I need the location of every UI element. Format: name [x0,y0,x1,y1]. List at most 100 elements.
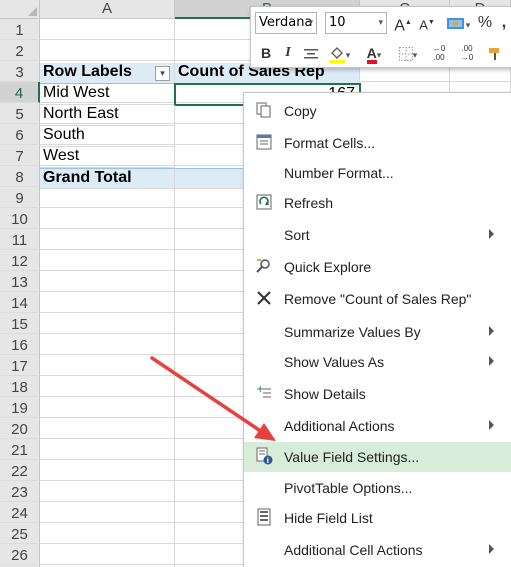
font-color-icon: A [366,46,377,64]
grid-cell[interactable] [40,187,175,208]
column-header-a[interactable]: A [40,0,175,19]
menu-item-value-field-settings[interactable]: i Value Field Settings... [244,442,511,472]
chevron-down-icon: ▾ [378,18,383,28]
region-cell[interactable]: West [40,147,175,168]
row-header[interactable]: 16 [0,334,40,355]
grid-cell[interactable] [40,481,175,502]
menu-item-number-format[interactable]: Number Format... [244,158,511,188]
row-header[interactable]: 12 [0,250,40,271]
menu-item-format-cells[interactable]: Format Cells... [244,128,511,158]
row-header[interactable]: 13 [0,271,40,292]
menu-item-label: Copy [284,103,317,119]
menu-item-quick-explore[interactable]: Quick Explore [244,252,511,282]
row-header[interactable]: 19 [0,397,40,418]
menu-item-hide-field-list[interactable]: Hide Field List [244,503,511,533]
grid-cell[interactable] [40,271,175,292]
menu-item-show-values-as[interactable]: Show Values As [244,347,511,377]
row-header[interactable]: 25 [0,523,40,544]
increase-font-size-button[interactable]: A▲ [393,12,413,34]
grid-cell[interactable] [40,502,175,523]
menu-item-summarize-values-by[interactable]: Summarize Values By [244,317,511,347]
grid-cell[interactable] [40,376,175,397]
row-header[interactable]: 22 [0,460,40,481]
grid-cell[interactable] [40,19,175,40]
grid-cell[interactable] [40,250,175,271]
format-painter-button[interactable] [483,42,507,64]
font-color-button[interactable]: A▾ [359,42,389,64]
menu-item-label: Format Cells... [284,135,376,151]
menu-item-additional-actions[interactable]: Additional Actions [244,411,511,441]
row-header[interactable]: 4 [0,82,40,103]
decrease-decimal-button[interactable]: .00 →0 [455,42,479,64]
align-center-button[interactable] [301,42,321,64]
region-cell[interactable]: South [40,126,175,147]
grid-cell[interactable] [40,313,175,334]
grid-cell[interactable] [40,523,175,544]
row-header[interactable]: 20 [0,418,40,439]
grid-cell[interactable] [40,397,175,418]
row-header[interactable]: 23 [0,481,40,502]
fill-color-button[interactable]: ▾ [323,42,355,64]
show-details-icon: + [254,384,274,404]
font-size-select[interactable]: 10 ▾ [325,12,387,34]
row-header[interactable]: 5 [0,103,40,124]
format-cells-icon [254,133,274,153]
grid-cell[interactable] [40,418,175,439]
menu-item-pivottable-options[interactable]: PivotTable Options... [244,473,511,503]
row-header[interactable]: 2 [0,40,40,61]
grid-cell[interactable] [40,40,175,61]
font-name-select[interactable]: Verdana ▾ [255,12,317,34]
select-all-corner[interactable] [0,0,40,19]
comma-style-button[interactable]: , [497,12,511,34]
grid-cell[interactable] [40,355,175,376]
grid-cell[interactable] [40,208,175,229]
grid-cell[interactable] [40,439,175,460]
borders-button[interactable]: ▾ [393,42,423,64]
field-list-icon [254,508,274,528]
grid-cell[interactable] [40,460,175,481]
row-header[interactable]: 21 [0,439,40,460]
menu-item-show-details[interactable]: + Show Details [244,379,511,409]
grid-cell[interactable] [40,229,175,250]
grid-cell[interactable] [40,292,175,313]
submenu-arrow-icon [489,326,494,336]
grid-cell[interactable] [40,334,175,355]
italic-button[interactable]: I [279,42,297,64]
region-cell[interactable]: North East [40,105,175,126]
menu-item-label: Quick Explore [284,259,372,275]
row-header[interactable]: 18 [0,376,40,397]
menu-item-label: Number Format... [284,165,394,181]
row-header[interactable]: 1 [0,19,40,40]
row-header[interactable]: 9 [0,187,40,208]
menu-item-refresh[interactable]: Refresh [244,188,511,218]
increase-decimal-button[interactable]: ←0.00 [427,42,451,64]
percent-style-button[interactable]: % [477,12,493,34]
row-header[interactable]: 8 [0,166,40,187]
menu-item-label: Show Details [284,386,366,402]
row-header[interactable]: 6 [0,124,40,145]
menu-item-copy[interactable]: Copy [244,96,511,126]
menu-item-sort[interactable]: Sort [244,220,511,250]
grid-cell[interactable] [40,544,175,565]
submenu-arrow-icon [489,229,494,239]
grand-total-label[interactable]: Grand Total [40,168,175,189]
row-header[interactable]: 11 [0,229,40,250]
menu-item-additional-cell-actions[interactable]: Additional Cell Actions [244,535,511,565]
row-header[interactable]: 3 [0,61,40,82]
row-header[interactable]: 26 [0,544,40,565]
menu-item-remove-count-of-sales-rep[interactable]: Remove "Count of Sales Rep" [244,284,511,314]
value-field-settings-icon: i [254,447,274,467]
row-header[interactable]: 14 [0,292,40,313]
row-header[interactable]: 15 [0,313,40,334]
row-header[interactable]: 24 [0,502,40,523]
accounting-format-button[interactable]: ▾ [441,12,475,34]
row-header[interactable]: 17 [0,355,40,376]
submenu-arrow-icon [489,420,494,430]
filter-dropdown-button[interactable]: ▾ [155,66,170,81]
region-cell[interactable]: Mid West [40,84,175,105]
row-header[interactable]: 7 [0,145,40,166]
bold-button[interactable]: B [257,42,275,64]
row-header[interactable]: 10 [0,208,40,229]
menu-item-label: Additional Actions [284,418,395,434]
decrease-font-size-button[interactable]: A▼ [417,12,437,34]
